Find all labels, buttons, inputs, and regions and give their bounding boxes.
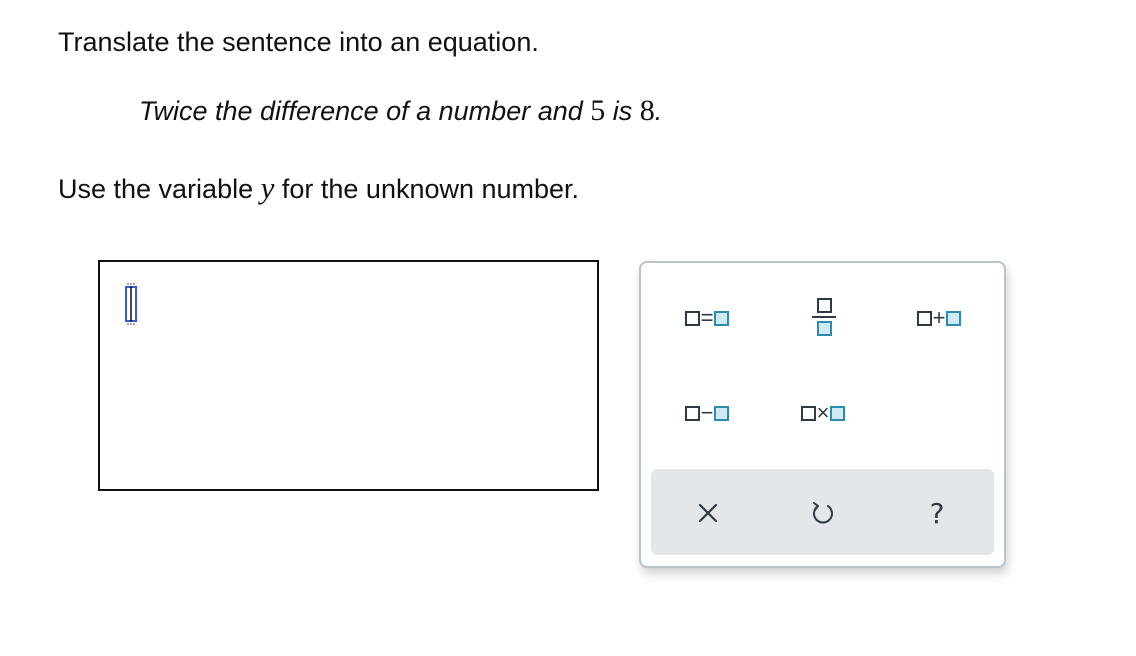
minus-tool-button[interactable]: − xyxy=(671,400,743,426)
variable-instruction-text-1: Use the variable xyxy=(58,174,261,204)
active-slot-icon xyxy=(714,405,730,421)
equals-tool-button[interactable]: = xyxy=(671,305,743,331)
sentence-period: . xyxy=(654,96,663,126)
sentence-number-5: 5 xyxy=(590,94,606,127)
undo-icon xyxy=(813,502,833,524)
active-slot-icon xyxy=(830,405,846,421)
fraction-bar xyxy=(812,316,836,318)
times-tool-button[interactable]: × xyxy=(787,400,859,426)
sentence-number-8: 8 xyxy=(639,94,655,127)
math-palette: = + − × ? xyxy=(639,261,1006,568)
problem-sentence: Twice the difference of a number and 5 i… xyxy=(139,95,662,127)
empty-slot-icon xyxy=(684,310,700,326)
sentence-text-2: is xyxy=(605,96,640,126)
empty-slot-icon xyxy=(684,405,700,421)
sentence-text-1: Twice the difference of a number and xyxy=(139,96,591,126)
times-sign: × xyxy=(816,400,830,425)
plus-tool-button[interactable]: + xyxy=(903,305,975,331)
variable-instruction: Use the variable y for the unknown numbe… xyxy=(58,172,579,205)
empty-slot-icon xyxy=(800,405,816,421)
palette-action-bar: ? xyxy=(651,469,994,555)
equals-sign: = xyxy=(700,305,714,330)
empty-slot-icon xyxy=(916,310,932,326)
undo-button[interactable] xyxy=(803,493,843,533)
active-slot-icon xyxy=(714,310,730,326)
x-icon xyxy=(698,503,718,523)
numerator-slot-icon xyxy=(816,298,832,313)
question-instruction: Translate the sentence into an equation. xyxy=(58,27,539,57)
fraction-tool-button[interactable] xyxy=(809,289,839,345)
denominator-slot-icon xyxy=(816,321,832,336)
help-button[interactable]: ? xyxy=(917,493,957,533)
variable-symbol: y xyxy=(260,170,275,205)
active-slot-icon xyxy=(946,310,962,326)
help-icon: ? xyxy=(929,496,945,530)
clear-button[interactable] xyxy=(688,493,728,533)
answer-input-box[interactable] xyxy=(98,260,599,491)
input-cursor-icon xyxy=(122,282,140,326)
plus-sign: + xyxy=(932,305,946,330)
minus-sign: − xyxy=(700,400,714,425)
variable-instruction-text-2: for the unknown number. xyxy=(274,174,580,204)
